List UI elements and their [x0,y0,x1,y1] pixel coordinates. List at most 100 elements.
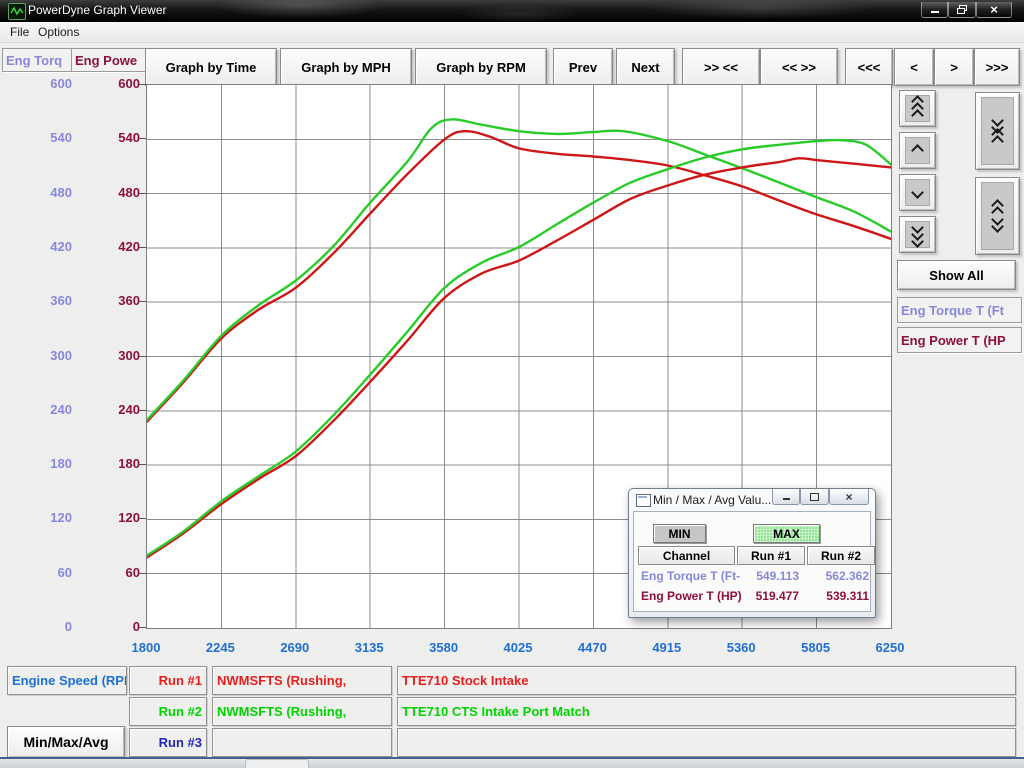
taskbar-button-edge [245,759,309,768]
right-channel-box-power[interactable]: Eng Power T (HP [897,327,1022,353]
pan-far-right-button[interactable]: >>> [974,48,1020,86]
x-tick-label: 3580 [407,640,481,655]
zoom-out-x-button[interactable]: << >> [760,48,838,86]
chevron-up-icon [911,144,924,157]
y-tick-mark [139,301,146,302]
y-tick-label: 360 [88,293,140,309]
y-tick-label: 120 [88,510,140,526]
y-tick-label: 420 [20,239,72,255]
max-toggle-button[interactable]: MAX [753,524,820,543]
maximize-button[interactable] [948,2,976,18]
y-tick-label: 300 [88,348,140,364]
x-tick-label: 2690 [258,640,332,655]
graph-by-rpm-button[interactable]: Graph by RPM [415,48,547,86]
y-tick-mark [139,138,146,139]
y-tick-label: 480 [88,185,140,201]
minimize-icon [783,498,790,500]
zoom-in-y-button[interactable] [975,92,1020,170]
pan-up-fast-button[interactable] [899,90,936,127]
minmax-minimize-button[interactable] [772,489,800,505]
close-button[interactable]: × [976,2,1012,18]
next-button[interactable]: Next [616,48,675,86]
menu-item-options[interactable]: Options [34,25,83,39]
y-tick-mark [139,627,146,628]
minimize-button[interactable] [921,2,948,18]
x-tick-label: 4470 [555,640,629,655]
run-name-box [212,728,392,757]
zoom-out-y-button[interactable] [975,177,1020,255]
chevrons-expand-vertical-icon [981,182,1014,250]
y-tick-label: 600 [20,76,72,92]
min-toggle-button[interactable]: MIN [653,524,706,543]
y-tick-mark [139,193,146,194]
pan-up-button[interactable] [899,132,936,169]
y-tick-mark [139,518,146,519]
run-label-box: Run #2 [129,697,207,726]
y-tick-label: 120 [20,510,72,526]
app-oscilloscope-icon [8,3,26,20]
chevrons-collapse-vertical-icon [981,97,1014,165]
prev-button[interactable]: Prev [553,48,613,86]
pan-far-left-button[interactable]: <<< [845,48,893,86]
x-tick-label: 4025 [481,640,555,655]
run-name-box: NWMSFTS (Rushing, [212,697,392,726]
menu-bar: File Options [0,22,1024,43]
powerdyne-window: PowerDyne Graph Viewer × File Options En… [0,0,1024,768]
minmax-restore-button[interactable] [800,489,829,505]
run-name-box: NWMSFTS (Rushing, [212,666,392,695]
minmax-window-icon [636,494,651,507]
minmax-window-title[interactable]: Min / Max / Avg Valu... [653,493,771,507]
y-tick-label: 540 [20,130,72,146]
y-tick-mark [139,573,146,574]
show-all-button[interactable]: Show All [897,260,1016,290]
y-tick-label: 480 [20,185,72,201]
pan-left-button[interactable]: < [894,48,934,86]
right-channel-box-torque[interactable]: Eng Torque T (Ft [897,297,1022,323]
title-bar: PowerDyne Graph Viewer × [0,0,1024,22]
y-tick-label: 360 [20,293,72,309]
restore-icon [957,5,967,14]
y-tick-label: 240 [20,402,72,418]
restore-icon [810,493,819,501]
pan-right-button[interactable]: > [934,48,974,86]
graph-by-mph-button[interactable]: Graph by MPH [280,48,412,86]
x-channel-box[interactable]: Engine Speed (RPM [7,666,127,695]
menu-item-file[interactable]: File [6,25,33,39]
minmax-col-header[interactable]: Run #2 [807,546,875,565]
x-tick-label: 6250 [853,640,927,655]
minmax-col-header[interactable]: Run #1 [737,546,805,565]
zoom-in-x-button[interactable]: >> << [682,48,760,86]
x-tick-label: 3135 [332,640,406,655]
y-tick-label: 240 [88,402,140,418]
minmax-close-button[interactable]: × [829,489,869,505]
run-label-box: Run #3 [129,728,207,757]
minmax-row-run1-value: 549.113 [737,569,799,583]
pan-down-fast-button[interactable] [899,216,936,253]
chevron-triple-down-icon [905,221,930,248]
y-tick-mark [139,464,146,465]
chevron-down-icon [905,179,930,206]
x-tick-label: 5360 [704,640,778,655]
close-icon: × [990,3,998,16]
run-description-box: TTE710 Stock Intake [397,666,1016,695]
y-axis-channel-box-power[interactable]: Eng Powe [71,48,146,72]
minmax-avg-button[interactable]: Min/Max/Avg [7,726,125,758]
y-axis-channel-box-torque[interactable]: Eng Torq [2,48,74,72]
y-tick-label: 0 [88,619,140,635]
minimize-icon [931,11,939,13]
pan-down-button[interactable] [899,174,936,211]
minmax-row-run2-value: 562.362 [807,569,869,583]
minmax-col-header[interactable]: Channel [638,546,735,565]
y-tick-label: 0 [20,619,72,635]
y-tick-label: 60 [88,565,140,581]
minmax-row-run1-value: 519.477 [737,589,799,603]
y-tick-label: 540 [88,130,140,146]
y-tick-mark [139,356,146,357]
taskbar-strip [0,757,1024,768]
y-tick-label: 180 [88,456,140,472]
run-description-box: TTE710 CTS Intake Port Match [397,697,1016,726]
graph-by-time-button[interactable]: Graph by Time [145,48,277,86]
y-tick-label: 420 [88,239,140,255]
x-tick-label: 1800 [109,640,183,655]
x-tick-label: 4915 [630,640,704,655]
